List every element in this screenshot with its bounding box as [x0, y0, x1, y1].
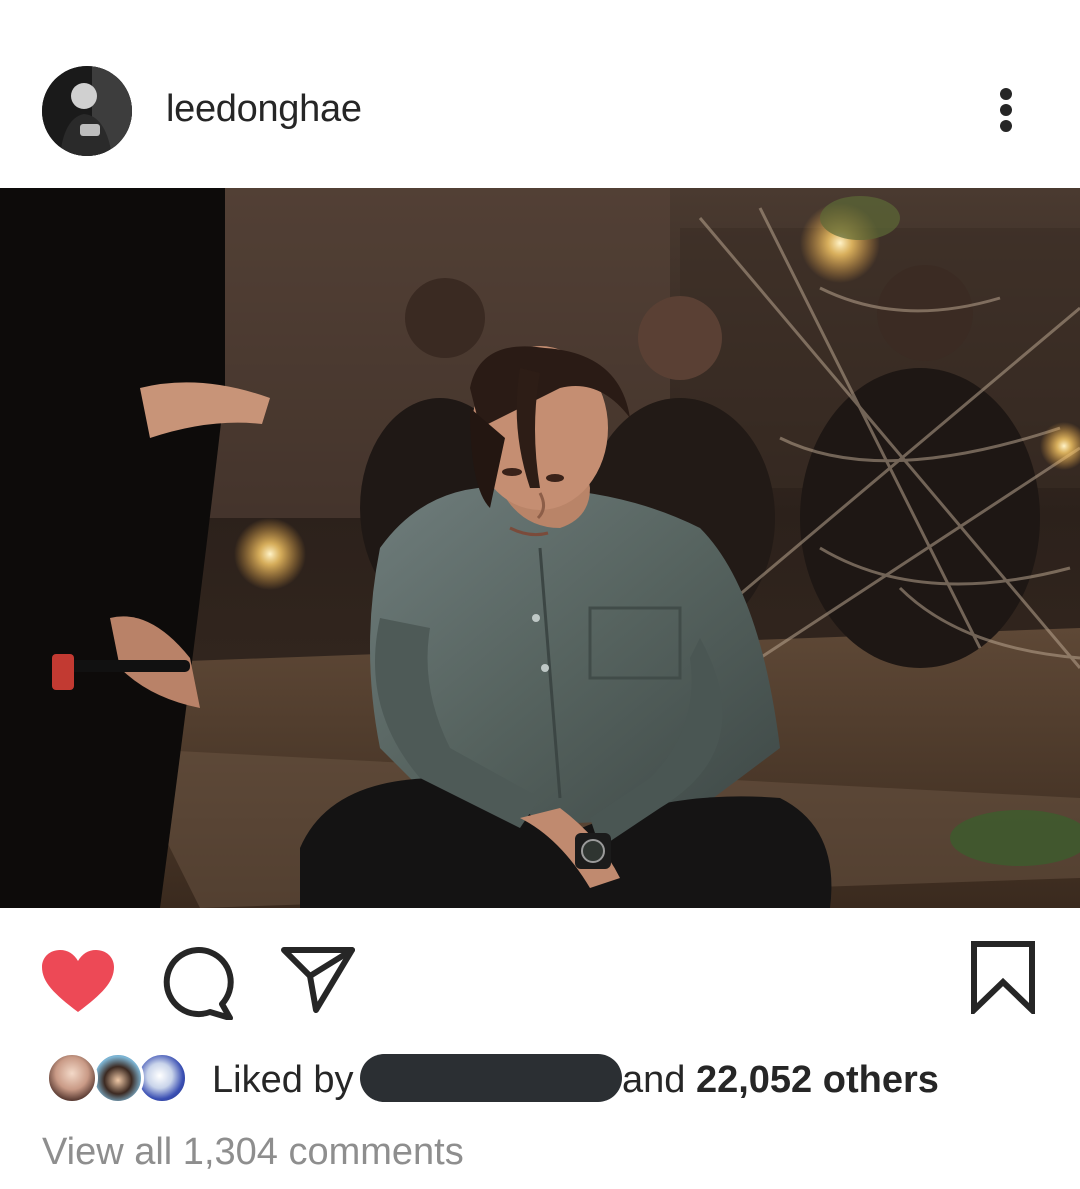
likes-summary: Liked by and 22,052 others — [0, 1046, 1080, 1118]
post-photo[interactable] — [0, 188, 1080, 908]
view-all-comments-link[interactable]: View all 1,304 comments — [42, 1130, 464, 1174]
post-header: leedonghae — [0, 0, 1080, 188]
comment-button[interactable] — [162, 946, 238, 1020]
and-label: and — [622, 1059, 686, 1101]
liked-by-label: Liked by — [212, 1059, 354, 1101]
post-username[interactable]: leedonghae — [166, 84, 362, 134]
post-photo-scene — [0, 188, 1080, 908]
share-button[interactable] — [280, 946, 356, 1014]
liker-avatar[interactable] — [46, 1052, 98, 1104]
profile-avatar[interactable] — [42, 66, 132, 156]
post-actions — [0, 908, 1080, 1038]
likes-count: 22,052 others — [695, 1059, 939, 1101]
avatar-photo — [42, 66, 132, 156]
comment-bubble-icon — [163, 947, 234, 1020]
redacted-username — [360, 1054, 622, 1102]
paper-plane-icon — [281, 947, 355, 1013]
heart-filled-icon — [42, 950, 114, 1012]
likes-others-text[interactable]: and 22,052 others — [622, 1058, 939, 1102]
more-options-icon[interactable] — [986, 82, 1030, 138]
bookmark-icon — [971, 941, 1035, 1014]
save-button[interactable] — [970, 940, 1036, 1014]
liker-avatar[interactable] — [92, 1052, 144, 1104]
like-button[interactable] — [40, 948, 116, 1014]
